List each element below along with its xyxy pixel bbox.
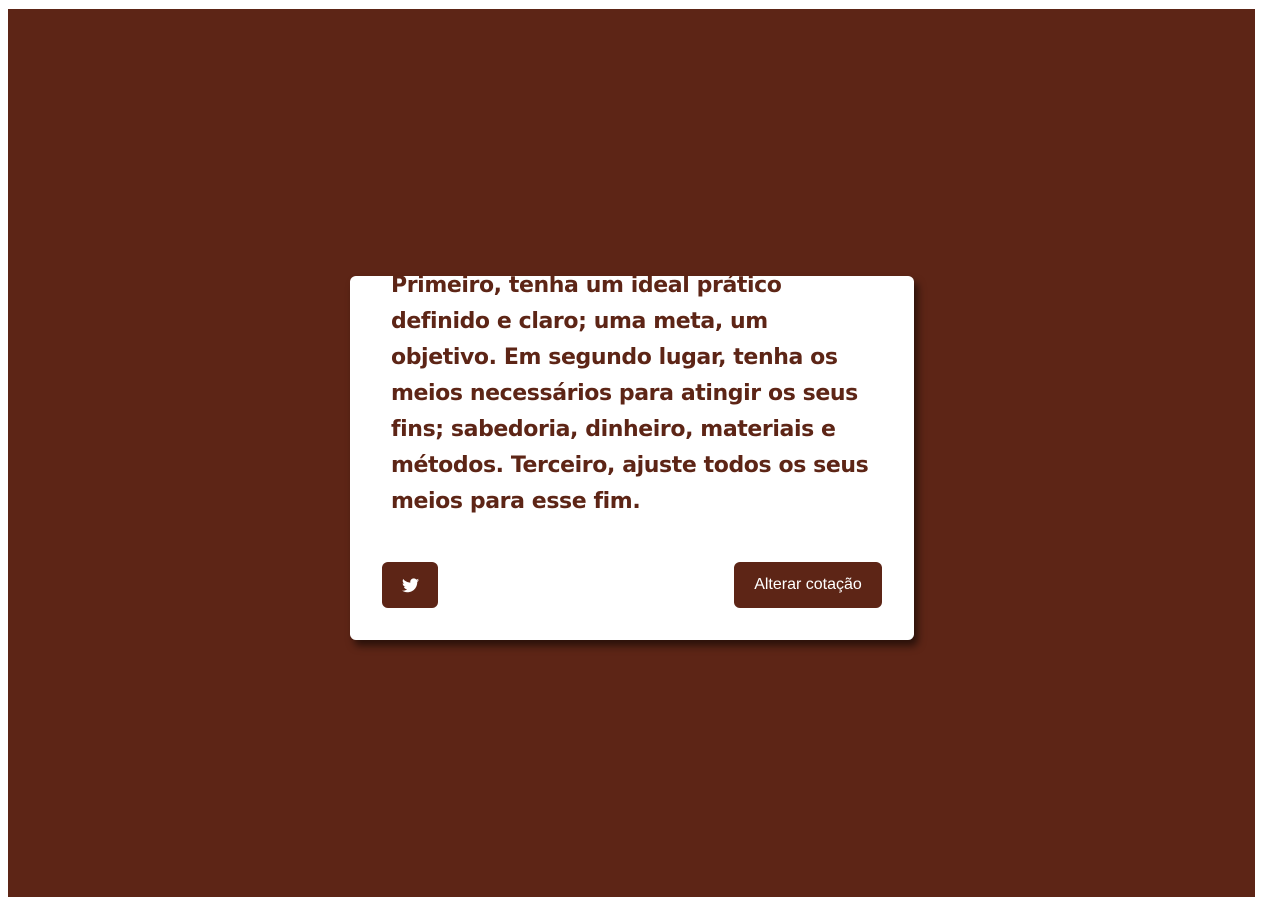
quote-box: Primeiro, tenha um ideal prático definid… [350, 276, 914, 640]
quote-text: Primeiro, tenha um ideal prático definid… [391, 276, 869, 514]
new-quote-button[interactable]: Alterar cotação [734, 562, 882, 608]
twitter-icon [401, 577, 419, 593]
tweet-button[interactable] [382, 562, 438, 608]
page-background: Primeiro, tenha um ideal prático definid… [8, 9, 1255, 897]
